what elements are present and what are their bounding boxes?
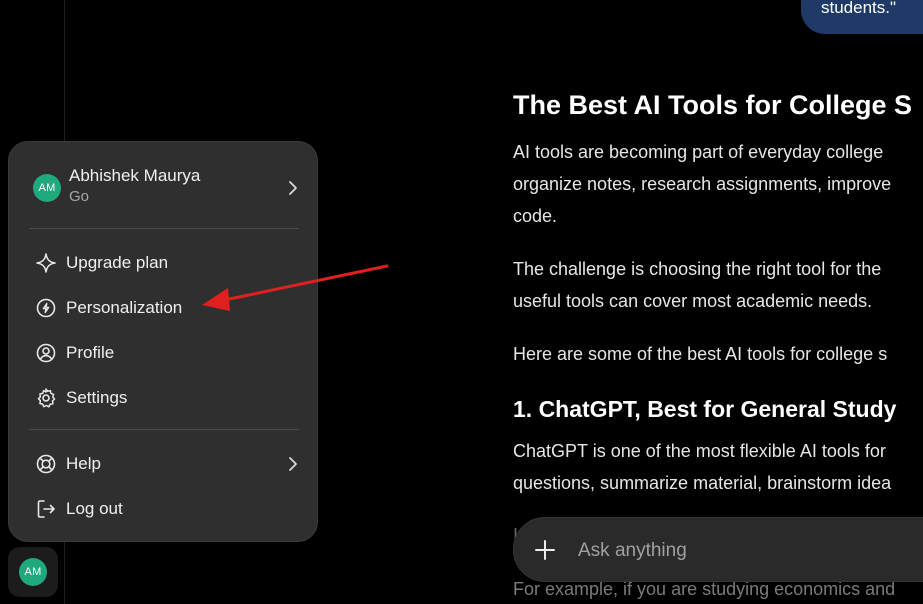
user-plan: Go — [69, 188, 90, 205]
user-name: Abhishek Maurya — [69, 166, 201, 185]
composer[interactable]: Ask anything — [513, 517, 923, 582]
menu-item-label: Profile — [66, 343, 115, 362]
menu-divider — [29, 228, 299, 229]
chevron-right-icon — [289, 181, 297, 195]
menu-item-help[interactable]: Help — [25, 444, 303, 484]
annotation-arrow-icon — [202, 264, 389, 311]
menu-item-label: Log out — [66, 499, 123, 518]
paragraph-line-faded: For example, if you are studying economi… — [513, 579, 896, 599]
chevron-right-icon — [289, 457, 297, 471]
sparkle-icon — [36, 253, 56, 273]
user-message-text: students." — [821, 0, 897, 17]
section-heading: 1. ChatGPT, Best for General Study — [513, 396, 897, 422]
menu-item-log-out[interactable]: Log out — [25, 489, 303, 529]
plus-icon[interactable] — [534, 539, 556, 561]
profile-menu-button[interactable]: AM — [8, 547, 58, 597]
personalization-icon — [36, 298, 56, 318]
profile-icon — [36, 343, 56, 363]
avatar: AM — [19, 558, 47, 586]
menu-item-settings[interactable]: Settings — [25, 378, 303, 418]
account-header[interactable]: AM Abhishek Maurya Go — [25, 158, 303, 218]
user-message-bubble: students." — [801, 0, 923, 34]
paragraph-line: Here are some of the best AI tools for c… — [513, 344, 888, 364]
paragraph-line: code. — [513, 206, 558, 226]
lifebuoy-icon — [36, 454, 56, 474]
app-root: AM students." The Best AI Tools for Coll… — [0, 0, 923, 604]
avatar: AM — [33, 174, 61, 202]
article-title: The Best AI Tools for College S — [513, 90, 913, 120]
menu-item-profile[interactable]: Profile — [25, 333, 303, 373]
gear-icon — [37, 388, 56, 408]
menu-item-label: Upgrade plan — [66, 253, 169, 272]
paragraph-line: AI tools are becoming part of everyday c… — [513, 142, 884, 162]
paragraph-line: organize notes, research assignments, im… — [513, 174, 892, 194]
account-menu: AM Abhishek Maurya Go Upgrade plan Perso… — [8, 141, 318, 542]
paragraph-line: questions, summarize material, brainstor… — [513, 473, 892, 493]
paragraph-line: The challenge is choosing the right tool… — [513, 259, 882, 279]
logout-icon — [37, 500, 55, 518]
paragraph-line: useful tools can cover most academic nee… — [513, 291, 873, 311]
menu-divider — [29, 429, 299, 430]
paragraph-line: ChatGPT is one of the most flexible AI t… — [513, 441, 886, 461]
prompt-input[interactable]: Ask anything — [578, 540, 687, 562]
menu-item-label: Settings — [66, 388, 128, 407]
menu-item-label: Help — [66, 454, 101, 473]
menu-item-label: Personalization — [66, 298, 183, 317]
